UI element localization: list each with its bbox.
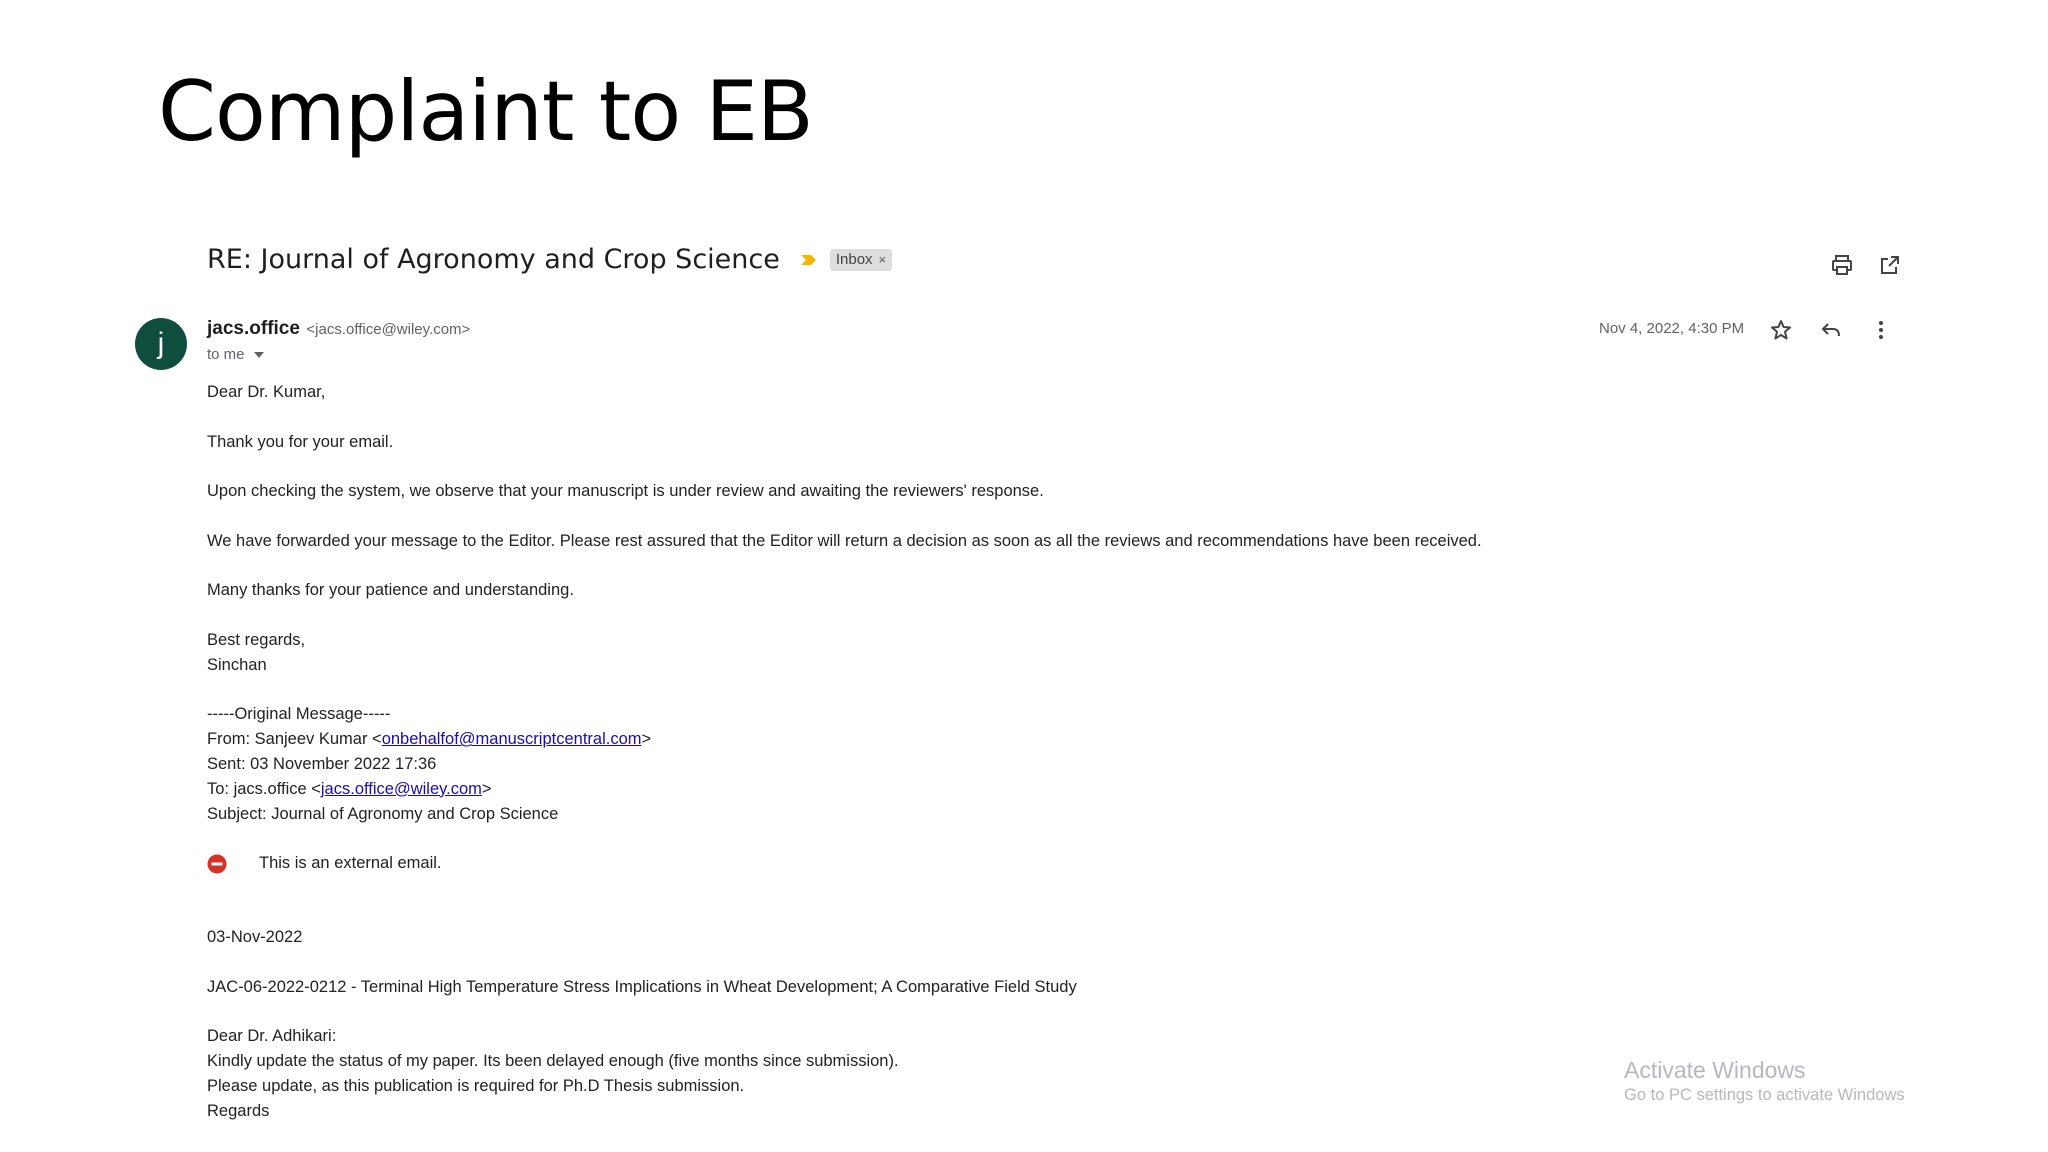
open-in-new-window-icon[interactable] bbox=[1876, 251, 1904, 279]
more-vert-icon[interactable] bbox=[1867, 316, 1895, 344]
recipient-text: to me bbox=[207, 346, 245, 363]
importance-marker-icon[interactable] bbox=[798, 249, 820, 271]
email-body: Dear Dr. Kumar, Thank you for your email… bbox=[207, 380, 1482, 1123]
reply-icon[interactable] bbox=[1817, 316, 1845, 344]
original-regards: Regards bbox=[207, 1101, 270, 1120]
original-subject: Subject: Journal of Agronomy and Crop Sc… bbox=[207, 804, 559, 823]
body-greeting: Dear Dr. Kumar, bbox=[207, 383, 326, 401]
activation-watermark: Activate Windows Go to PC settings to ac… bbox=[1624, 1056, 1905, 1106]
remove-label-icon[interactable]: × bbox=[879, 251, 887, 269]
chevron-down-icon[interactable] bbox=[253, 346, 265, 363]
message-actions bbox=[1767, 316, 1895, 344]
no-entry-icon bbox=[207, 854, 227, 874]
slide-title: Complaint to EB bbox=[158, 63, 814, 160]
body-signature: Sinchan bbox=[207, 655, 267, 674]
sender-name[interactable]: jacs.office bbox=[207, 318, 300, 339]
original-message-header: -----Original Message----- bbox=[207, 705, 391, 724]
original-from: From: Sanjeev Kumar <onbehalfof@manuscri… bbox=[207, 730, 652, 749]
body-line: Upon checking the system, we observe tha… bbox=[207, 482, 1044, 501]
watermark-title: Activate Windows bbox=[1624, 1057, 1806, 1083]
email-subject: RE: Journal of Agronomy and Crop Science bbox=[207, 244, 780, 275]
inbox-label-text: Inbox bbox=[835, 250, 873, 268]
original-sent: Sent: 03 November 2022 17:36 bbox=[207, 754, 437, 773]
body-line: We have forwarded your message to the Ed… bbox=[207, 531, 1482, 550]
inbox-label-chip[interactable]: Inbox × bbox=[829, 248, 893, 271]
original-salutation: Dear Dr. Adhikari: bbox=[207, 1027, 337, 1046]
body-line: Thank you for your email. bbox=[207, 432, 394, 451]
watermark-subtitle: Go to PC settings to activate Windows bbox=[1624, 1086, 1905, 1104]
original-date: 03-Nov-2022 bbox=[207, 927, 303, 946]
original-to-link[interactable]: jacs.office@wiley.com bbox=[321, 780, 482, 798]
recipient-line[interactable]: to me bbox=[207, 346, 265, 363]
original-to: To: jacs.office <jacs.office@wiley.com> bbox=[207, 779, 492, 798]
email-subject-row: RE: Journal of Agronomy and Crop Science… bbox=[207, 244, 893, 275]
print-icon[interactable] bbox=[1828, 251, 1856, 279]
body-closing: Best regards, bbox=[207, 630, 306, 649]
external-email-notice: This is an external email. bbox=[207, 851, 1482, 876]
avatar[interactable]: j bbox=[135, 318, 187, 370]
original-from-link[interactable]: onbehalfof@manuscriptcentral.com bbox=[382, 730, 642, 748]
body-line: Many thanks for your patience and unders… bbox=[207, 581, 574, 600]
original-request-line: Please update, as this publication is re… bbox=[207, 1076, 745, 1095]
sender-email: <jacs.office@wiley.com> bbox=[306, 321, 471, 338]
original-request-line: Kindly update the status of my paper. It… bbox=[207, 1051, 899, 1070]
manuscript-reference: JAC-06-2022-0212 - Terminal High Tempera… bbox=[207, 977, 1077, 996]
star-icon[interactable] bbox=[1767, 316, 1795, 344]
thread-actions bbox=[1828, 251, 1904, 279]
email-date: Nov 4, 2022, 4:30 PM bbox=[1599, 320, 1745, 337]
external-notice-text: This is an external email. bbox=[259, 854, 442, 873]
sender-line: jacs.office <jacs.office@wiley.com> bbox=[207, 318, 470, 340]
